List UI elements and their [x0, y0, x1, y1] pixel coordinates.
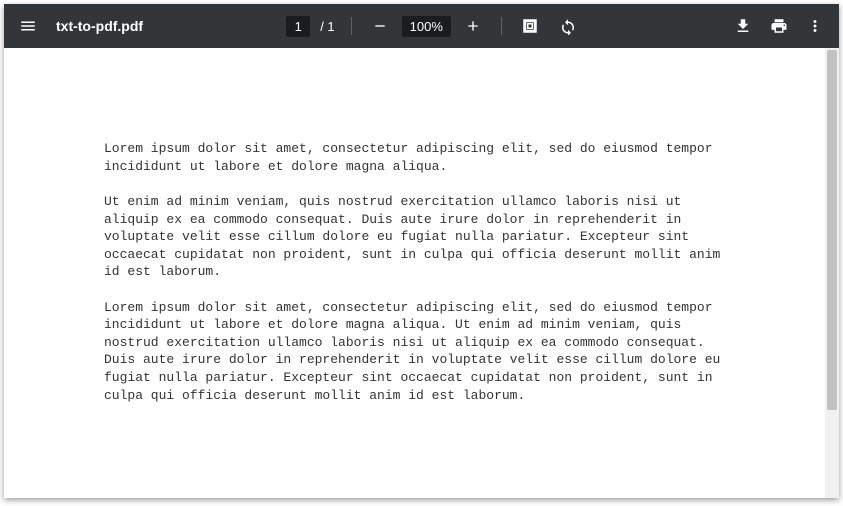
fit-page-button[interactable]: [514, 10, 546, 42]
fit-page-icon: [521, 17, 539, 35]
paragraph: Lorem ipsum dolor sit amet, consectetur …: [104, 140, 739, 175]
page-total-label: / 1: [316, 19, 338, 34]
rotate-icon: [559, 17, 577, 35]
zoom-level-input[interactable]: 100%: [402, 16, 451, 37]
minus-icon: [372, 18, 388, 34]
vertical-scrollbar[interactable]: [825, 48, 839, 498]
print-icon: [770, 17, 788, 35]
divider: [351, 17, 352, 35]
zoom-out-button[interactable]: [364, 10, 396, 42]
page-current-input[interactable]: 1: [286, 16, 310, 37]
scrollbar-thumb[interactable]: [827, 50, 837, 410]
plus-icon: [465, 18, 481, 34]
menu-button[interactable]: [12, 10, 44, 42]
zoom-in-button[interactable]: [457, 10, 489, 42]
more-vertical-icon: [806, 17, 824, 35]
pdf-viewer: txt-to-pdf.pdf 1 / 1 100%: [4, 4, 839, 498]
content-area: Lorem ipsum dolor sit amet, consectetur …: [4, 48, 839, 498]
toolbar: txt-to-pdf.pdf 1 / 1 100%: [4, 4, 839, 48]
paragraph: Lorem ipsum dolor sit amet, consectetur …: [104, 299, 739, 404]
filename-label: txt-to-pdf.pdf: [56, 18, 143, 34]
paragraph: Ut enim ad minim veniam, quis nostrud ex…: [104, 193, 739, 281]
print-button[interactable]: [763, 10, 795, 42]
rotate-button[interactable]: [552, 10, 584, 42]
more-button[interactable]: [799, 10, 831, 42]
download-icon: [734, 17, 752, 35]
pdf-page: Lorem ipsum dolor sit amet, consectetur …: [4, 48, 839, 462]
download-button[interactable]: [727, 10, 759, 42]
hamburger-icon: [19, 17, 37, 35]
divider: [501, 17, 502, 35]
toolbar-center: 1 / 1 100%: [286, 10, 584, 42]
